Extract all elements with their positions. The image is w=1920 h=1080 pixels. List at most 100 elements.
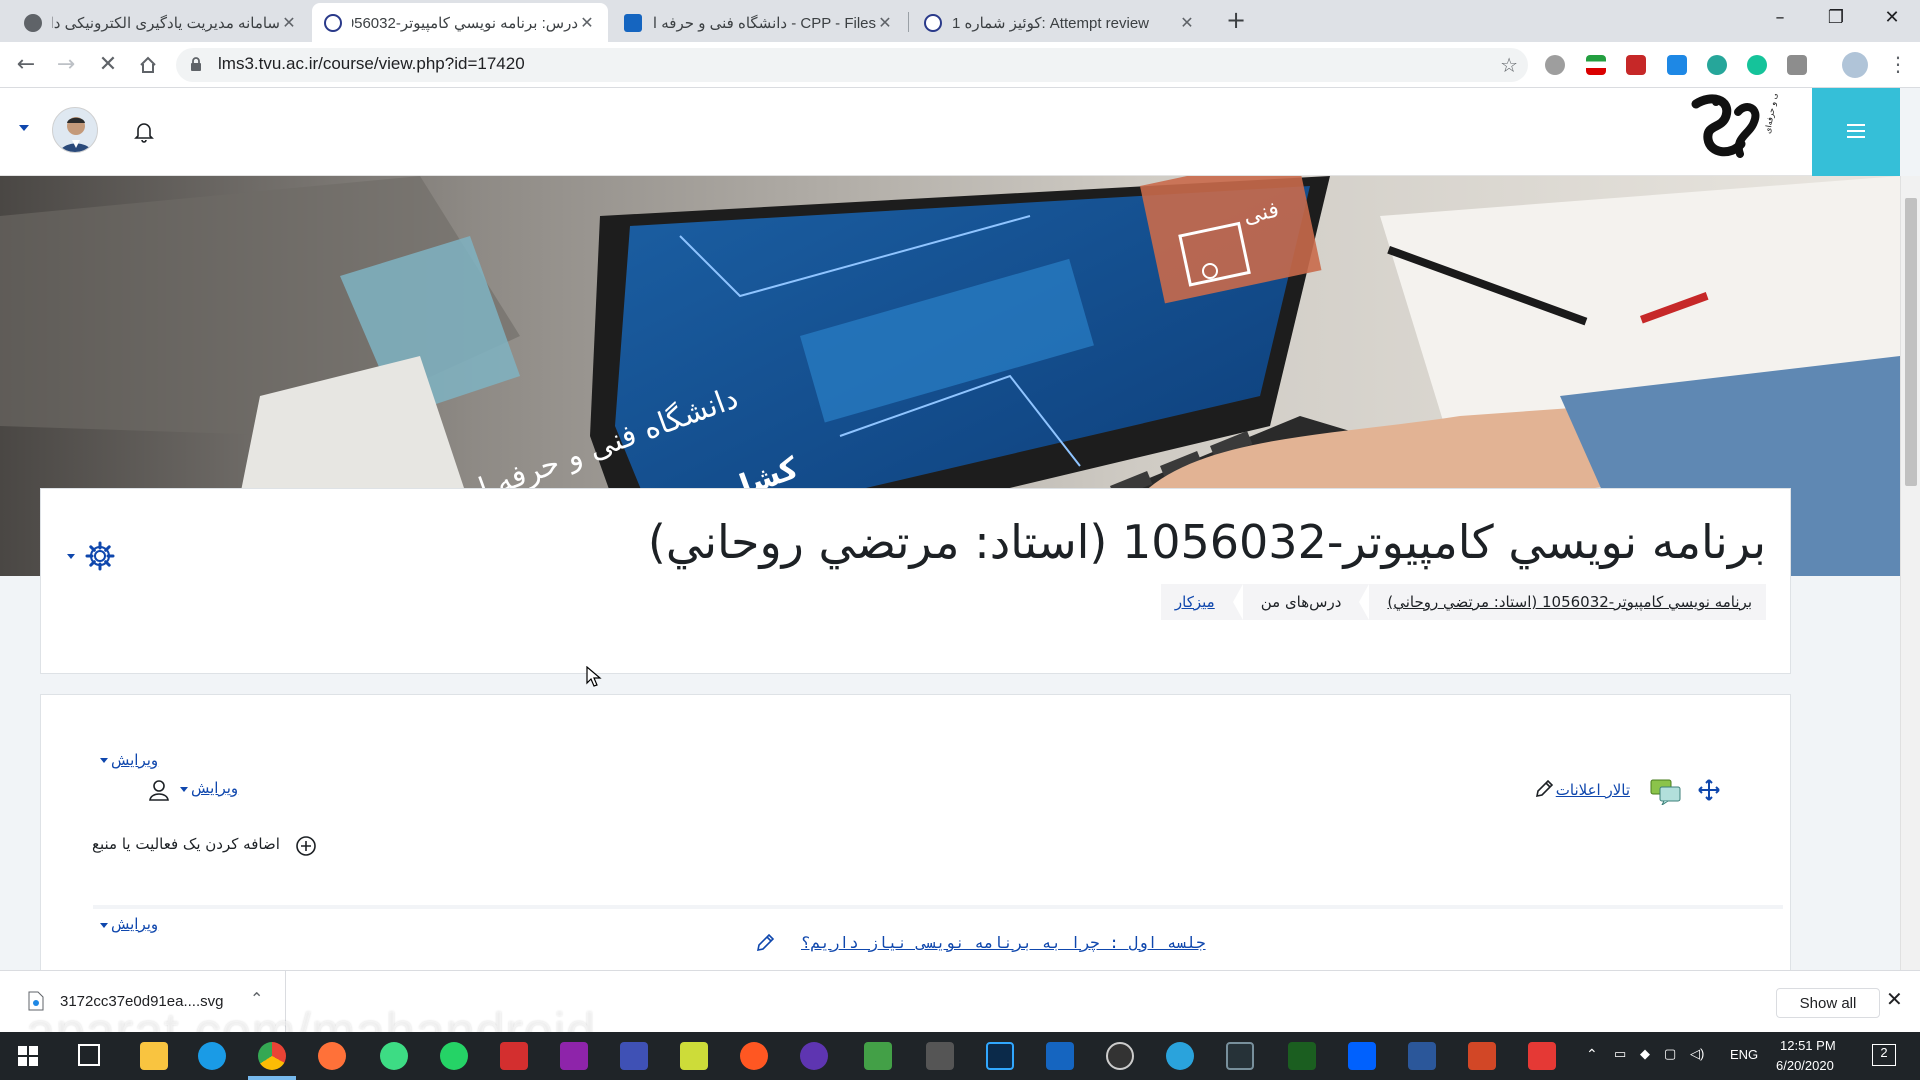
course-settings-button[interactable] (85, 541, 115, 571)
notifications-button[interactable] (134, 121, 154, 143)
whatsapp-icon[interactable] (440, 1042, 468, 1070)
user-avatar[interactable] (52, 107, 98, 153)
file-explorer-icon[interactable] (140, 1042, 168, 1070)
course-section-1: ویرایش جلسه اول : چرا به برنامه نویسی نی… (93, 905, 1783, 970)
camera-app-icon[interactable] (1046, 1042, 1074, 1070)
tab-course[interactable]: درس: برنامه نويسي كامپيوتر-1056032 ✕ (312, 3, 608, 42)
breadcrumb-my-courses[interactable]: درس‌های من (1261, 593, 1342, 611)
pencil-icon[interactable] (755, 933, 775, 953)
dropbox-icon[interactable] (1348, 1042, 1376, 1070)
notification-center-button[interactable]: 2 (1872, 1044, 1896, 1066)
maximize-button[interactable]: ❐ (1808, 0, 1864, 38)
edit-caret-icon[interactable] (180, 787, 188, 792)
windows-taskbar: ⌃ ▭ ◆ ▢ ◁) ENG 12:51 PM 6/20/2020 2 (0, 1032, 1920, 1080)
page-scrollbar[interactable] (1900, 176, 1920, 970)
eclipse-icon[interactable] (800, 1042, 828, 1070)
university-logo[interactable]: دانشگاه فنی و حرفه‌ای (1686, 94, 1782, 170)
tray-dropbox-icon[interactable]: ◆ (1640, 1046, 1650, 1062)
user-icon[interactable] (148, 779, 170, 801)
grasshopper-app-icon[interactable] (680, 1042, 708, 1070)
close-icon[interactable]: ✕ (1178, 13, 1196, 33)
tray-battery-icon[interactable]: ▭ (1614, 1046, 1626, 1062)
tray-language[interactable]: ENG (1730, 1047, 1758, 1062)
tray-date[interactable]: 6/20/2020 (1776, 1058, 1834, 1073)
new-tab-button[interactable]: + (1222, 7, 1250, 35)
edge-icon[interactable] (198, 1042, 226, 1070)
brush-app-icon[interactable] (740, 1042, 768, 1070)
chrome-icon[interactable] (258, 1042, 286, 1070)
settings-caret-icon[interactable] (67, 554, 75, 559)
activity-edit-menu[interactable]: ویرایش (191, 779, 238, 797)
intellij-icon[interactable] (620, 1042, 648, 1070)
menu-kebab-icon[interactable]: ⋮ (1888, 52, 1908, 76)
hamburger-menu-button[interactable] (1812, 88, 1900, 176)
pencil-icon[interactable] (1534, 779, 1554, 799)
tab-lms-home[interactable]: سامانه مدیریت یادگیری الکترونیکی دا ✕ (12, 3, 310, 42)
chrome-active-indicator (248, 1076, 296, 1080)
extension-flag-icon[interactable] (1586, 55, 1606, 75)
telegram-icon[interactable] (1166, 1042, 1194, 1070)
breadcrumb-current-course[interactable]: برنامه نويسي كامپيوتر-1056032 (استاد: مر… (1387, 593, 1752, 611)
tray-chevron-icon[interactable]: ⌃ (1586, 1046, 1598, 1063)
scrollbar-thumb[interactable] (1905, 198, 1917, 486)
close-icon[interactable]: ✕ (280, 13, 298, 33)
xampp-icon[interactable] (1288, 1042, 1316, 1070)
profile-avatar-icon[interactable] (1842, 52, 1868, 78)
nox-icon[interactable] (1226, 1042, 1254, 1070)
user-menu-caret-icon[interactable] (19, 125, 29, 131)
close-icon[interactable]: ✕ (876, 13, 894, 33)
add-activity-link[interactable]: اضافه کردن یک فعالیت یا منبع (92, 835, 280, 853)
camtasia-icon[interactable] (864, 1042, 892, 1070)
edit-caret-icon[interactable] (100, 758, 108, 763)
obs-icon[interactable] (1106, 1042, 1134, 1070)
word-icon[interactable] (1408, 1042, 1436, 1070)
extension-gear-icon[interactable] (1545, 55, 1565, 75)
url-text: lms3.tvu.ac.ir/course/view.php?id=17420 (218, 54, 525, 73)
photoshop-icon[interactable] (986, 1042, 1014, 1070)
section-edit-menu[interactable]: ویرایش (111, 915, 158, 933)
extension-globe-icon[interactable] (1707, 55, 1727, 75)
back-icon: ← (16, 52, 36, 77)
back-button[interactable]: ← (10, 49, 42, 81)
task-view-icon[interactable] (78, 1044, 100, 1066)
star-icon[interactable]: ☆ (1500, 53, 1518, 77)
tab-quiz-review[interactable]: Attempt review :کوئیز شماره 1 ✕ (912, 3, 1208, 42)
tab-files[interactable]: CPP - Files - دانشگاه فنی و حرفه ای ✕ (612, 3, 906, 42)
minimize-button[interactable]: – (1752, 0, 1808, 38)
home-button[interactable] (132, 49, 164, 81)
extension-translate-icon[interactable] (1667, 55, 1687, 75)
phpstorm-icon[interactable] (560, 1042, 588, 1070)
tab-title: Attempt review :کوئیز شماره 1 (952, 14, 1149, 32)
stop-button[interactable]: ✕ (92, 49, 124, 81)
windows-start-icon[interactable] (18, 1046, 38, 1066)
show-all-downloads-button[interactable]: Show all (1776, 988, 1880, 1018)
move-icon[interactable] (1698, 779, 1720, 801)
firefox-icon[interactable] (318, 1042, 346, 1070)
address-bar[interactable]: lms3.tvu.ac.ir/course/view.php?id=17420 … (176, 48, 1528, 82)
camtasia-recorder-icon[interactable] (1528, 1042, 1556, 1070)
lightning-app-icon[interactable] (500, 1042, 528, 1070)
announcements-forum-link[interactable]: تالار اعلانات (1556, 781, 1630, 799)
tray-time[interactable]: 12:51 PM (1780, 1038, 1836, 1053)
tray-volume-icon[interactable]: ◁) (1690, 1046, 1704, 1062)
pen-app-icon[interactable] (926, 1042, 954, 1070)
tray-network-icon[interactable]: ▢ (1664, 1046, 1676, 1062)
course-header-card: برنامه نويسي كامپيوتر-1056032 (استاد: مر… (40, 488, 1791, 674)
android-icon[interactable] (380, 1042, 408, 1070)
page-title: برنامه نويسي كامپيوتر-1056032 (استاد: مر… (647, 515, 1766, 569)
logo-caption: دانشگاه فنی و حرفه‌ای (1762, 94, 1782, 134)
forward-button[interactable]: → (50, 49, 82, 81)
extension-pdf-icon[interactable] (1626, 55, 1646, 75)
powerpoint-icon[interactable] (1468, 1042, 1496, 1070)
hamburger-line (1847, 130, 1865, 132)
close-download-bar-icon[interactable]: ✕ (1886, 987, 1903, 1011)
add-icon[interactable] (295, 835, 317, 857)
breadcrumb-dashboard[interactable]: میزکار (1175, 593, 1215, 611)
section-edit-menu[interactable]: ویرایش (111, 751, 158, 769)
session-1-link[interactable]: جلسه اول : چرا به برنامه نویسی نیاز داری… (801, 933, 1206, 952)
edit-caret-icon[interactable] (100, 923, 108, 928)
close-icon[interactable]: ✕ (578, 13, 596, 33)
window-close-button[interactable]: ✕ (1864, 0, 1920, 38)
extension-puzzle-icon[interactable] (1787, 55, 1807, 75)
extension-grammarly-icon[interactable] (1747, 55, 1767, 75)
